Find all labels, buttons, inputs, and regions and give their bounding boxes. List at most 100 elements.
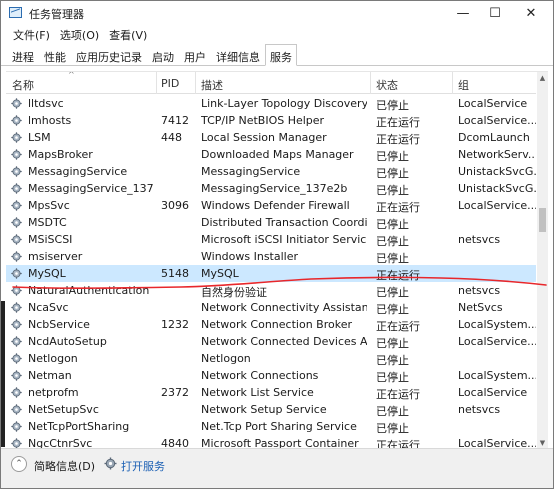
cell-pid: 4840 bbox=[161, 437, 189, 448]
table-row[interactable]: NaturalAuthentication 自然身份验证 已停止 netsvcs bbox=[6, 282, 536, 299]
cell-name: NetTcpPortSharing bbox=[28, 420, 130, 433]
cell-name: msiserver bbox=[28, 250, 83, 263]
column-header-pid[interactable]: PID bbox=[161, 77, 179, 90]
tab-performance[interactable]: 性能 bbox=[39, 44, 71, 65]
service-gear-icon bbox=[11, 353, 22, 364]
vertical-scrollbar[interactable]: ▲ ▼ bbox=[537, 72, 548, 448]
cell-group: DcomLaunch bbox=[458, 131, 530, 144]
table-row[interactable]: lltdsvc Link-Layer Topology Discovery ...… bbox=[6, 95, 536, 112]
scroll-thumb[interactable] bbox=[539, 208, 546, 232]
cell-name: MpsSvc bbox=[28, 199, 70, 212]
menu-file[interactable]: 文件(F) bbox=[8, 25, 55, 43]
cell-description: MessagingService_137e2b bbox=[201, 182, 348, 195]
table-row[interactable]: LSM 448 Local Session Manager 正在运行 DcomLaunc… bbox=[6, 129, 536, 146]
maximize-button[interactable]: ☐ bbox=[477, 1, 513, 25]
table-row[interactable]: netprofm 2372 Network List Service 正在运行 Loca… bbox=[6, 384, 536, 401]
tab-app-history[interactable]: 应用历史记录 bbox=[71, 44, 147, 65]
tab-processes[interactable]: 进程 bbox=[7, 44, 39, 65]
cell-group: LocalService... bbox=[458, 335, 536, 348]
open-services-link[interactable]: 打开服务 bbox=[121, 458, 165, 474]
cell-status: 正在运行 bbox=[376, 133, 420, 146]
table-row[interactable]: MessagingService MessagingService 已停止 Unist… bbox=[6, 163, 536, 180]
table-row[interactable]: MapsBroker Downloaded Maps Manager 已停止 Netw… bbox=[6, 146, 536, 163]
cell-group: LocalService bbox=[458, 97, 528, 110]
cell-group: LocalSystem... bbox=[458, 369, 536, 382]
table-header: ^ 名称 PID 描述 状态 组 bbox=[6, 72, 536, 94]
table-row[interactable]: NetSetupSvc Network Setup Service 已停止 netsv… bbox=[6, 401, 536, 418]
cell-group: LocalService... bbox=[458, 199, 536, 212]
cell-name: LSM bbox=[28, 131, 51, 144]
service-gear-icon bbox=[11, 421, 22, 432]
cell-description: Network List Service bbox=[201, 386, 314, 399]
cell-status: 已停止 bbox=[376, 167, 409, 180]
cell-description: MessagingService bbox=[201, 165, 301, 178]
cell-group: netsvcs bbox=[458, 284, 501, 297]
cell-status: 正在运行 bbox=[376, 388, 420, 401]
scroll-down-arrow-icon[interactable]: ▼ bbox=[537, 437, 548, 448]
cell-group: UnistackSvcG... bbox=[458, 182, 536, 195]
column-header-status[interactable]: 状态 bbox=[376, 77, 398, 93]
cell-name: MessagingService bbox=[28, 165, 128, 178]
scroll-up-arrow-icon[interactable]: ▲ bbox=[537, 72, 548, 84]
column-divider[interactable] bbox=[370, 72, 371, 94]
close-button[interactable]: ✕ bbox=[513, 1, 549, 25]
tab-users[interactable]: 用户 bbox=[179, 44, 211, 65]
table-row[interactable]: MSiSCSI Microsoft iSCSI Initiator Service… bbox=[6, 231, 536, 248]
table-row[interactable]: msiserver Windows Installer 已停止 bbox=[6, 248, 536, 265]
menu-bar: 文件(F) 选项(O) 查看(V) bbox=[1, 25, 553, 43]
table-row[interactable]: NcbService 1232 Network Connection Broker 正… bbox=[6, 316, 536, 333]
footer-bar: ⌃ 简略信息(D) 打开服务 bbox=[1, 448, 553, 488]
cell-status: 已停止 bbox=[376, 252, 409, 265]
table-row[interactable]: MSDTC Distributed Transaction Coordina...… bbox=[6, 214, 536, 231]
tab-services[interactable]: 服务 bbox=[265, 44, 297, 66]
service-gear-icon bbox=[11, 370, 22, 381]
table-row[interactable]: MpsSvc 3096 Windows Defender Firewall 正在运行 L… bbox=[6, 197, 536, 214]
table-row[interactable]: MessagingService_137e2b MessagingService_… bbox=[6, 180, 536, 197]
tab-startup[interactable]: 启动 bbox=[147, 44, 179, 65]
cell-name: MSiSCSI bbox=[28, 233, 73, 246]
cell-status: 已停止 bbox=[376, 337, 409, 350]
cell-description: Microsoft iSCSI Initiator Service bbox=[201, 233, 367, 246]
table-row[interactable]: NgcCtnrSvc 4840 Microsoft Passport Contain… bbox=[6, 435, 536, 448]
collapse-details-icon[interactable]: ⌃ bbox=[11, 456, 27, 472]
table-row[interactable]: Netman Network Connections 已停止 LocalSystem.… bbox=[6, 367, 536, 384]
cell-name: NcaSvc bbox=[28, 301, 69, 314]
column-header-name[interactable]: 名称 bbox=[12, 77, 34, 93]
cell-description: Network Connectivity Assistant bbox=[201, 301, 367, 314]
cell-status: 已停止 bbox=[376, 354, 409, 367]
service-gear-icon bbox=[11, 98, 22, 109]
cell-description: Network Setup Service bbox=[201, 403, 327, 416]
cell-description: TCP/IP NetBIOS Helper bbox=[201, 114, 325, 127]
service-gear-icon bbox=[11, 285, 22, 296]
services-gear-icon bbox=[104, 457, 117, 470]
cell-description: Network Connection Broker bbox=[201, 318, 352, 331]
table-row[interactable]: lmhosts 7412 TCP/IP NetBIOS Helper 正在运行 Loca… bbox=[6, 112, 536, 129]
tab-details[interactable]: 详细信息 bbox=[211, 44, 265, 65]
service-gear-icon bbox=[11, 115, 22, 126]
table-row[interactable]: NcdAutoSetup Network Connected Devices Au… bbox=[6, 333, 536, 350]
service-gear-icon bbox=[11, 149, 22, 160]
table-row[interactable]: NetTcpPortSharing Net.Tcp Port Sharing Se… bbox=[6, 418, 536, 435]
cell-name: MSDTC bbox=[28, 216, 67, 229]
column-header-description[interactable]: 描述 bbox=[201, 77, 223, 93]
menu-view[interactable]: 查看(V) bbox=[104, 25, 152, 43]
title-bar[interactable]: 任务管理器 — ☐ ✕ bbox=[1, 1, 553, 25]
cell-name: NaturalAuthentication bbox=[28, 284, 150, 297]
cell-status: 已停止 bbox=[376, 235, 409, 248]
table-row[interactable]: Netlogon Netlogon 已停止 bbox=[6, 350, 536, 367]
menu-options[interactable]: 选项(O) bbox=[55, 25, 104, 43]
cell-name: lltdsvc bbox=[28, 97, 64, 110]
column-divider[interactable] bbox=[452, 72, 453, 94]
table-row[interactable]: MySQL 5148 MySQL 正在运行 bbox=[6, 265, 536, 282]
column-divider[interactable] bbox=[195, 72, 196, 94]
cell-name: Netman bbox=[28, 369, 72, 382]
table-row[interactable]: NcaSvc Network Connectivity Assistant 已停止 N… bbox=[6, 299, 536, 316]
sort-ascending-icon: ^ bbox=[68, 71, 75, 79]
column-divider[interactable] bbox=[156, 72, 157, 94]
minimize-button[interactable]: — bbox=[445, 1, 481, 25]
cell-group: NetSvcs bbox=[458, 301, 503, 314]
service-gear-icon bbox=[11, 234, 22, 245]
fewer-details-button[interactable]: 简略信息(D) bbox=[34, 458, 95, 474]
column-header-group[interactable]: 组 bbox=[458, 77, 469, 93]
cell-description: Microsoft Passport Container bbox=[201, 437, 359, 448]
